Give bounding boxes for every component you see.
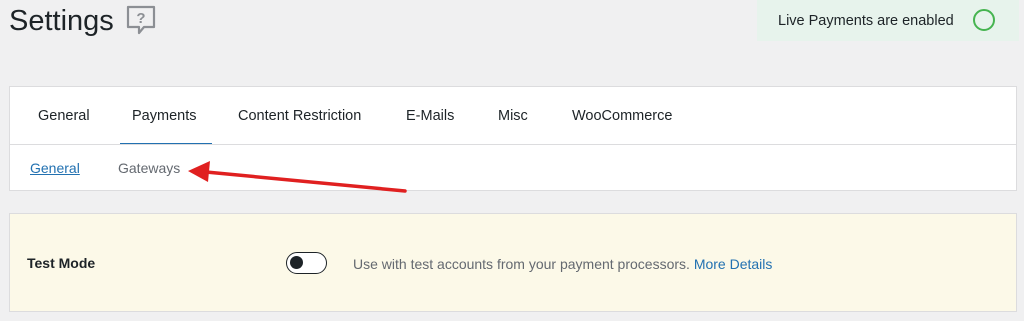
test-mode-toggle[interactable] bbox=[286, 252, 327, 274]
tab-content-restriction[interactable]: Content Restriction bbox=[238, 87, 361, 144]
live-payments-notice: Live Payments are enabled bbox=[757, 0, 1019, 41]
svg-text:?: ? bbox=[136, 10, 145, 27]
annotation-arrow-icon bbox=[188, 161, 407, 193]
test-mode-description: Use with test accounts from your payment… bbox=[353, 256, 772, 272]
test-mode-label: Test Mode bbox=[27, 255, 96, 271]
live-payments-text: Live Payments are enabled bbox=[778, 12, 954, 29]
status-ring-icon bbox=[973, 9, 995, 31]
test-mode-description-text: Use with test accounts from your payment… bbox=[353, 256, 690, 272]
settings-tabs-panel: General Payments Content Restriction E-M… bbox=[9, 86, 1017, 191]
tab-payments[interactable]: Payments bbox=[119, 87, 214, 145]
subtab-gateways[interactable]: Gateways bbox=[118, 145, 180, 191]
page-title: Settings bbox=[9, 5, 114, 37]
help-question-icon[interactable]: ? bbox=[125, 5, 157, 35]
tab-misc[interactable]: Misc bbox=[498, 87, 528, 144]
tab-emails[interactable]: E-Mails bbox=[406, 87, 454, 144]
more-details-link[interactable]: More Details bbox=[694, 256, 773, 272]
test-mode-setting-row: Test Mode Use with test accounts from yo… bbox=[9, 213, 1017, 312]
tab-woocommerce[interactable]: WooCommerce bbox=[572, 87, 672, 144]
toggle-knob bbox=[290, 256, 303, 269]
tab-general[interactable]: General bbox=[38, 87, 90, 144]
subtab-general[interactable]: General bbox=[30, 145, 80, 191]
